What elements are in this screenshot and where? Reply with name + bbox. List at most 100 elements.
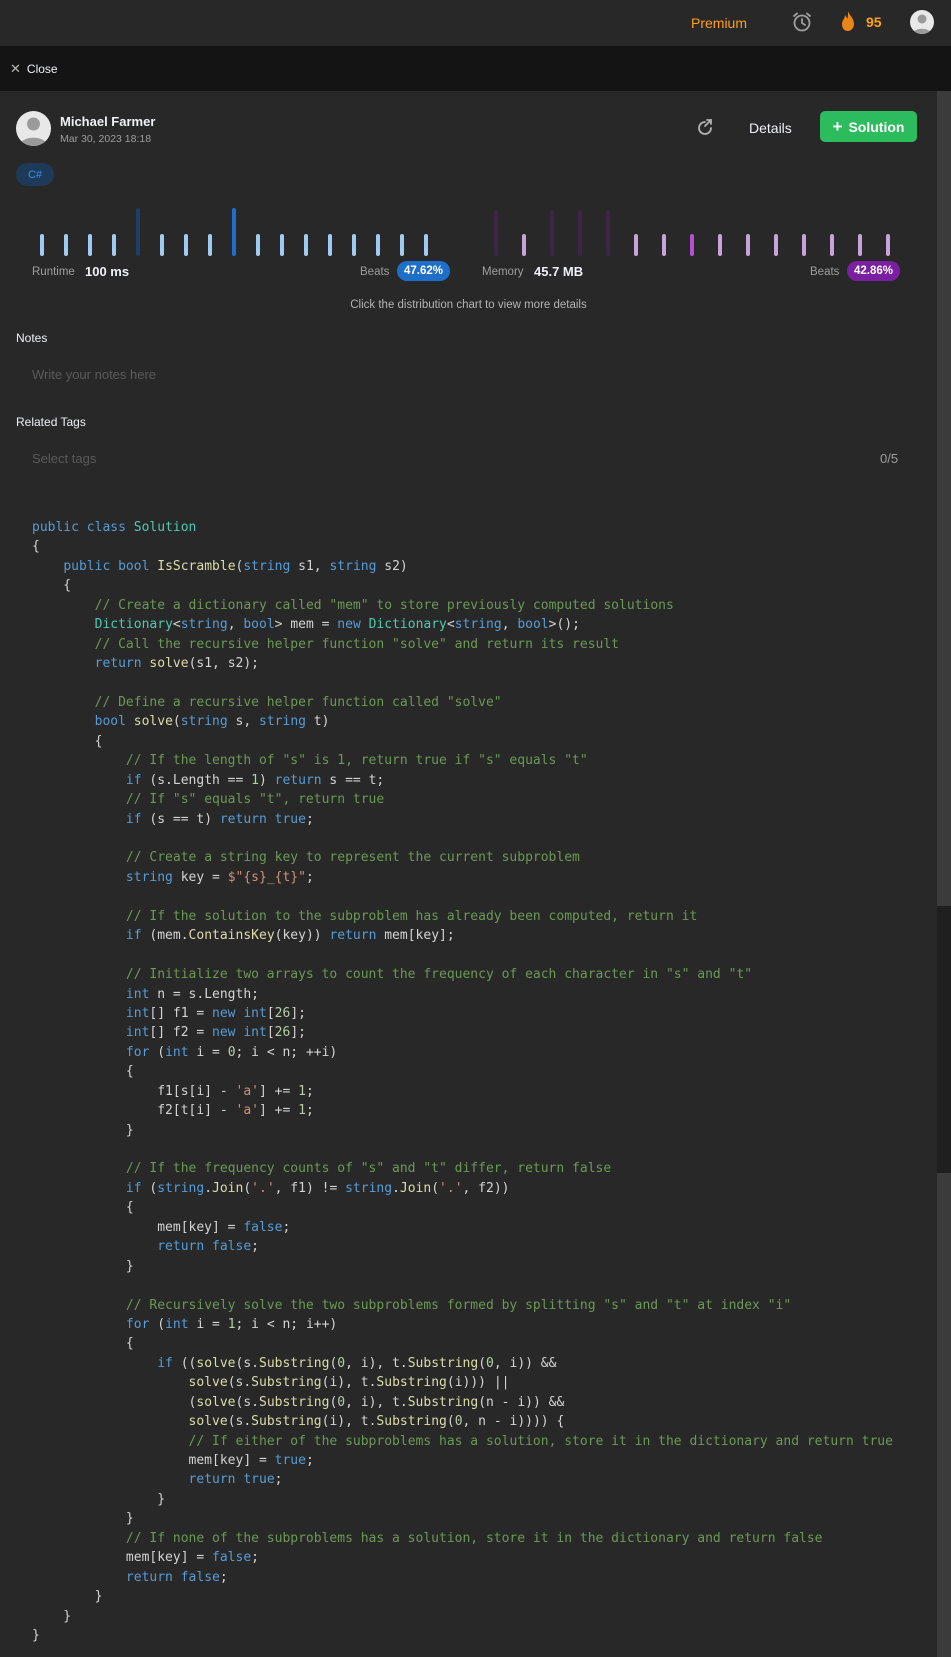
memory-distribution-bar[interactable]	[774, 234, 778, 256]
code-line: // Call the recursive helper function "s…	[94, 636, 620, 652]
runtime-value: 100 ms	[85, 264, 130, 279]
memory-distribution-bar[interactable]	[662, 234, 666, 256]
runtime-distribution-bar[interactable]	[256, 234, 260, 256]
code-line: int[] f1 = new int[26];	[125, 1005, 306, 1021]
runtime-distribution-bar[interactable]	[184, 234, 188, 256]
code-line: // If either of the subproblems has a so…	[188, 1433, 893, 1449]
memory-distribution-bar[interactable]	[550, 210, 554, 256]
runtime-distribution-bar[interactable]	[328, 234, 332, 256]
memory-value: 45.7 MB	[534, 264, 584, 279]
code-line: }	[32, 1511, 134, 1527]
scrollbar-thumb[interactable]	[937, 91, 951, 906]
code-line: public bool IsScramble(string s1, string…	[63, 558, 408, 574]
code-line: if (mem.ContainsKey(key)) return mem[key…	[125, 928, 455, 944]
close-icon: ✕	[10, 61, 21, 76]
runtime-distribution-bar[interactable]	[64, 234, 68, 256]
code-line: // Create a dictionary called "mem" to s…	[94, 597, 674, 613]
runtime-distribution-bar[interactable]	[40, 234, 44, 256]
author-name: Michael Farmer	[60, 114, 156, 129]
code-line: f1[s[i] - 'a'] += 1;	[32, 1083, 314, 1099]
code-line: }	[32, 1589, 103, 1605]
memory-distribution-chart[interactable]	[491, 200, 891, 256]
language-tag[interactable]: C#	[16, 163, 54, 186]
code-line: // If the length of "s" is 1, return tru…	[125, 753, 588, 769]
memory-distribution-bar[interactable]	[830, 234, 834, 256]
submission-date: Mar 30, 2023 18:18	[60, 133, 152, 145]
runtime-distribution-chart[interactable]	[40, 200, 440, 256]
memory-distribution-bar[interactable]	[858, 234, 862, 256]
close-label: Close	[26, 62, 58, 76]
premium-link[interactable]: Premium	[691, 15, 747, 31]
code-line: if ((solve(s.Substring(0, i), t.Substrin…	[157, 1355, 557, 1371]
memory-distribution-bar[interactable]	[606, 210, 610, 256]
close-bar: ✕ Close	[0, 46, 951, 91]
share-icon[interactable]	[694, 117, 716, 139]
code-line: string key = $"{s}_{t}";	[125, 869, 314, 885]
runtime-distribution-bar[interactable]	[112, 234, 116, 256]
fire-streak-icon[interactable]	[839, 10, 857, 32]
code-line: bool solve(string s, string t)	[94, 714, 330, 730]
solution-button[interactable]: + Solution	[820, 111, 917, 142]
memory-distribution-bar[interactable]	[690, 234, 694, 256]
runtime-distribution-bar[interactable]	[88, 234, 92, 256]
runtime-distribution-bar[interactable]	[304, 234, 308, 256]
details-button[interactable]: Details	[749, 120, 792, 136]
memory-beats-label: Beats	[810, 266, 840, 278]
runtime-distribution-bar[interactable]	[400, 234, 404, 256]
code-line: // If none of the subproblems has a solu…	[125, 1530, 823, 1546]
memory-distribution-bar[interactable]	[578, 210, 582, 256]
tags-select[interactable]: Select tags	[32, 451, 96, 466]
streak-count: 95	[866, 14, 882, 30]
code-line: mem[key] = false;	[32, 1219, 291, 1235]
alarm-clock-icon[interactable]	[791, 11, 813, 33]
user-avatar[interactable]	[910, 10, 934, 34]
author-avatar	[16, 111, 51, 146]
distribution-hint: Click the distribution chart to view mor…	[350, 299, 587, 311]
code-line: // Define a recursive helper function ca…	[94, 694, 502, 710]
runtime-distribution-bar[interactable]	[136, 208, 140, 256]
memory-distribution-bar[interactable]	[746, 234, 750, 256]
runtime-distribution-bar[interactable]	[352, 234, 356, 256]
runtime-beats-badge: 47.62%	[397, 261, 450, 281]
runtime-distribution-bar[interactable]	[376, 234, 380, 256]
runtime-distribution-bar[interactable]	[232, 208, 236, 256]
memory-label: Memory	[482, 266, 524, 278]
code-line: {	[32, 578, 72, 594]
scrollbar-thumb-lower[interactable]	[937, 1173, 951, 1657]
code-line: }	[32, 1258, 134, 1274]
memory-distribution-bar[interactable]	[886, 234, 890, 256]
code-line: return solve(s1, s2);	[94, 656, 260, 672]
code-line: (solve(s.Substring(0, i), t.Substring(n …	[32, 1394, 565, 1410]
code-line: if (s.Length == 1) return s == t;	[125, 772, 385, 788]
runtime-beats-label: Beats	[360, 266, 390, 278]
related-tags-label: Related Tags	[16, 415, 86, 429]
runtime-distribution-bar[interactable]	[160, 234, 164, 256]
code-line: // If "s" equals "t", return true	[125, 792, 385, 808]
code-line: f2[t[i] - 'a'] += 1;	[32, 1103, 314, 1119]
memory-distribution-bar[interactable]	[494, 210, 498, 256]
runtime-distribution-bar[interactable]	[424, 234, 428, 256]
code-line: // Recursively solve the two subproblems…	[125, 1297, 792, 1313]
memory-distribution-bar[interactable]	[634, 234, 638, 256]
runtime-distribution-bar[interactable]	[280, 234, 284, 256]
code-line: solve(s.Substring(i), t.Substring(i))) |…	[188, 1375, 510, 1391]
code-line: }	[32, 1491, 166, 1507]
memory-distribution-bar[interactable]	[718, 234, 722, 256]
code-line: // Initialize two arrays to count the fr…	[125, 967, 753, 983]
runtime-distribution-bar[interactable]	[208, 234, 212, 256]
code-line: int n = s.Length;	[125, 986, 259, 1002]
code-block: public class Solution { public bool IsScr…	[32, 518, 893, 1645]
memory-distribution-bar[interactable]	[522, 234, 526, 256]
code-line: {	[32, 733, 103, 749]
code-line: if (s == t) return true;	[125, 811, 314, 827]
notes-input[interactable]: Write your notes here	[32, 367, 156, 382]
memory-distribution-bar[interactable]	[802, 234, 806, 256]
code-line: for (int i = 1; i < n; i++)	[125, 1316, 338, 1332]
top-nav-bar: Premium 95	[0, 0, 951, 46]
plus-icon: +	[832, 117, 843, 136]
close-button[interactable]: ✕ Close	[10, 61, 58, 77]
code-line: }	[32, 1608, 72, 1624]
